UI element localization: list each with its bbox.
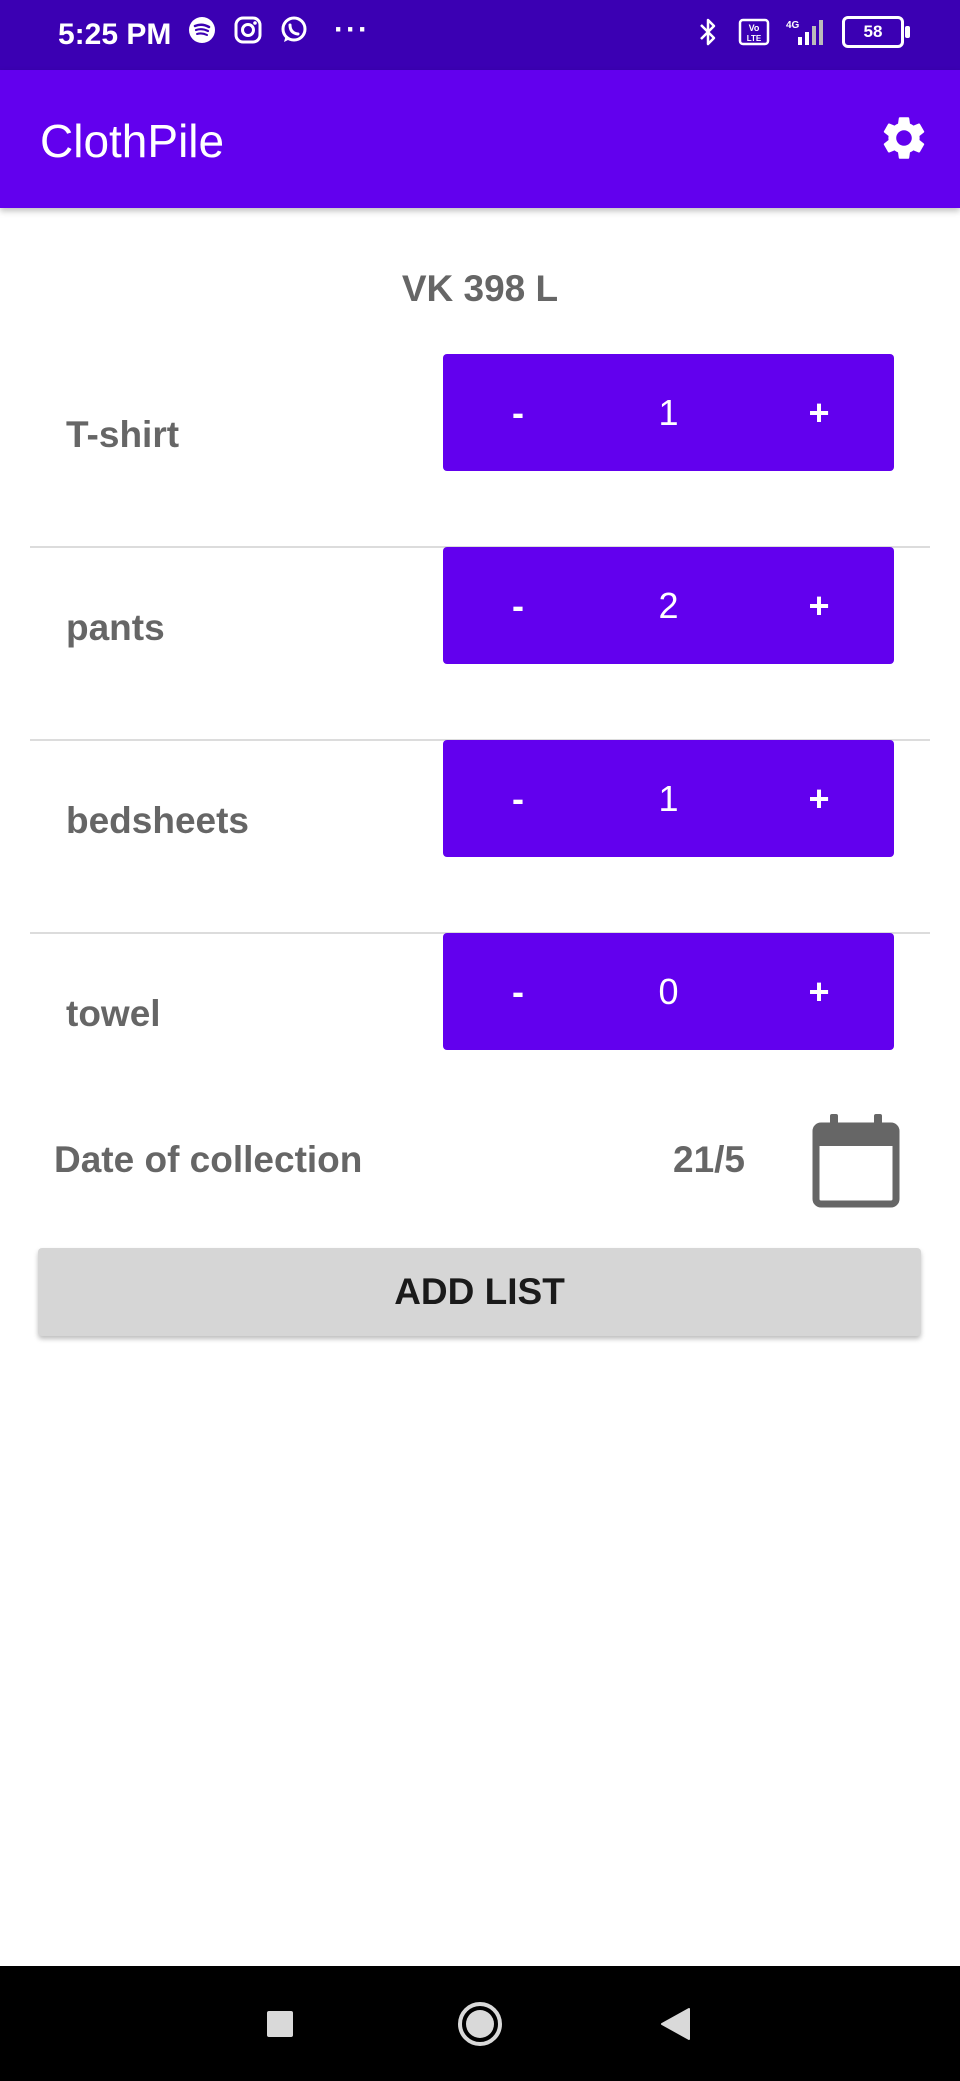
quantity-value: 0 xyxy=(658,970,679,1012)
whatsapp-icon xyxy=(278,14,310,46)
back-triangle-icon xyxy=(661,2007,690,2040)
item-row-towel: towel - 0 + xyxy=(30,933,930,1125)
item-row-tshirt: T-shirt - 1 + xyxy=(30,354,930,548)
room-heading: VK 398 L xyxy=(401,268,559,309)
notification-icons: ··· xyxy=(186,14,370,46)
decrement-button[interactable]: - xyxy=(443,778,593,820)
battery-icon: 58 xyxy=(842,16,910,48)
home-button[interactable] xyxy=(420,1966,540,2081)
quantity-stepper: - 1 + xyxy=(443,354,894,471)
app-title: ClothPile xyxy=(40,115,225,167)
calendar-icon xyxy=(812,1114,900,1208)
item-label: T-shirt xyxy=(66,414,180,455)
status-bar: 5:25 PM ··· Vo LTE 4G 58 xyxy=(0,0,960,70)
recents-square-icon xyxy=(267,2010,293,2037)
spotify-icon xyxy=(186,14,218,46)
collection-date-label: Date of collection xyxy=(54,1139,363,1180)
item-label: bedsheets xyxy=(66,800,250,841)
item-label: pants xyxy=(66,607,165,648)
volte-icon: Vo LTE xyxy=(738,16,770,48)
bluetooth-icon xyxy=(692,16,724,48)
increment-button[interactable]: + xyxy=(744,778,894,820)
quantity-stepper: - 0 + xyxy=(443,933,894,1050)
quantity-value: 1 xyxy=(658,777,679,819)
decrement-button[interactable]: - xyxy=(443,392,593,434)
item-label: towel xyxy=(66,993,161,1034)
app-bar: ClothPile xyxy=(0,70,960,208)
status-time: 5:25 PM xyxy=(58,18,172,51)
svg-text:4G: 4G xyxy=(786,20,800,31)
collection-date-value: 21/5 xyxy=(673,1139,746,1180)
more-notifications: ··· xyxy=(334,13,370,46)
quantity-value: 1 xyxy=(658,391,679,433)
quantity-stepper: - 2 + xyxy=(443,547,894,664)
date-picker-button[interactable] xyxy=(812,1112,900,1208)
item-row-pants: pants - 2 + xyxy=(30,547,930,741)
svg-text:Vo: Vo xyxy=(749,23,760,33)
quantity-value: 2 xyxy=(658,584,679,626)
increment-button[interactable]: + xyxy=(744,392,894,434)
recents-button[interactable] xyxy=(220,1966,340,2081)
gear-icon xyxy=(883,117,925,159)
decrement-button[interactable]: - xyxy=(443,971,593,1013)
decrement-button[interactable]: - xyxy=(443,585,593,627)
increment-button[interactable]: + xyxy=(744,971,894,1013)
item-row-bedsheets: bedsheets - 1 + xyxy=(30,740,930,934)
instagram-icon xyxy=(232,14,264,46)
home-circle-icon xyxy=(458,2001,502,2046)
signal-4g-icon: 4G xyxy=(784,16,828,48)
add-list-button[interactable]: ADD LIST xyxy=(38,1248,921,1336)
svg-text:LTE: LTE xyxy=(747,34,762,43)
system-nav-bar xyxy=(0,1966,960,2081)
quantity-stepper: - 1 + xyxy=(443,740,894,857)
back-button[interactable] xyxy=(615,1966,735,2081)
increment-button[interactable]: + xyxy=(744,585,894,627)
settings-button[interactable] xyxy=(876,110,932,166)
system-icons: Vo LTE 4G 58 xyxy=(692,16,910,48)
